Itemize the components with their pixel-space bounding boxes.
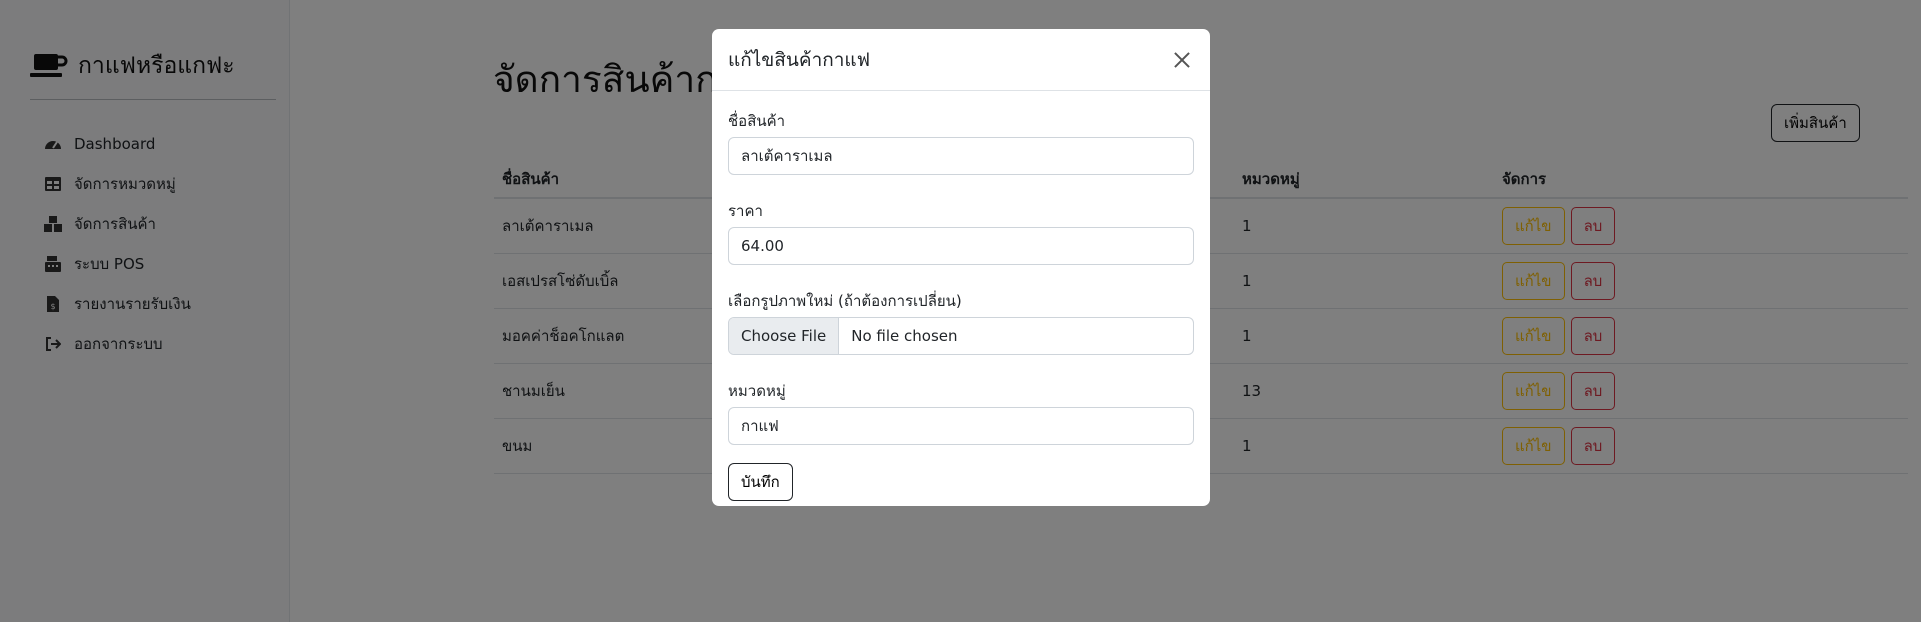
save-button[interactable]: บันทึก — [728, 463, 793, 501]
price-label: ราคา — [728, 202, 763, 220]
category-input[interactable]: กาแฟ — [728, 407, 1194, 445]
product-name-input[interactable]: ลาเต้คาราเมล — [728, 137, 1194, 175]
choose-file-button[interactable]: Choose File — [729, 318, 840, 354]
modal-header: แก้ไขสินค้ากาแฟ — [712, 29, 1210, 91]
close-icon[interactable] — [1170, 48, 1194, 72]
name-label: ชื่อสินค้า — [728, 112, 786, 130]
image-file-input[interactable]: Choose File No file chosen — [728, 317, 1194, 355]
edit-product-modal: แก้ไขสินค้ากาแฟ ชื่อสินค้า ลาเต้คาราเมล … — [712, 29, 1210, 506]
category-label: หมวดหมู่ — [728, 382, 786, 400]
file-status: No file chosen — [851, 327, 958, 345]
modal-body: ชื่อสินค้า ลาเต้คาราเมล ราคา 64.00 เลือก… — [712, 91, 1210, 501]
price-input[interactable]: 64.00 — [728, 227, 1194, 265]
modal-title: แก้ไขสินค้ากาแฟ — [728, 48, 871, 71]
image-label: เลือกรูปภาพใหม่ (ถ้าต้องการเปลี่ยน) — [728, 292, 962, 310]
